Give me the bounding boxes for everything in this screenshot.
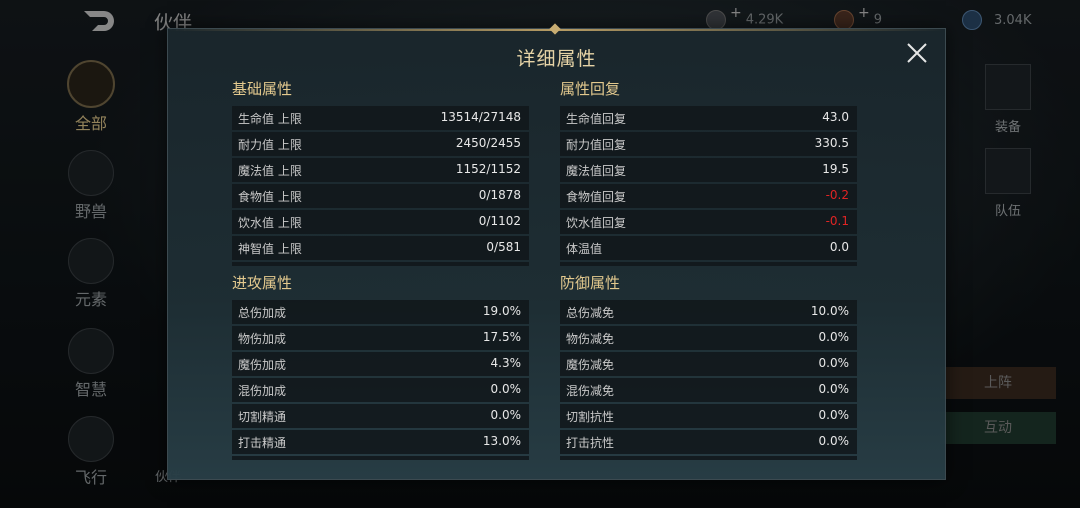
- section-base-attributes: 基础属性 生命值 上限 13514/27148 耐力值 上限 2450/2455 魔…: [232, 78, 529, 266]
- stat-value: 4.3%: [490, 356, 522, 370]
- stat-row: 饮水值 上限 0/1102: [232, 210, 529, 234]
- stat-row: 物伤减免 0.0%: [560, 326, 857, 350]
- stat-label: 生命值 上限: [238, 112, 302, 126]
- stat-value: 0/1102: [478, 214, 521, 228]
- stat-label: 生命值回复: [566, 112, 627, 126]
- stat-value: 19.5: [822, 162, 849, 176]
- stat-value: 10.0%: [810, 304, 849, 318]
- stat-value-negative: -0.1: [825, 214, 849, 228]
- stat-label: 总伤加成: [238, 306, 287, 320]
- detail-attributes-modal: 详细属性 基础属性 生命值 上限 13514/27148 耐力值 上限 2450/2…: [167, 23, 946, 480]
- stat-value: 0.0%: [818, 330, 850, 344]
- stat-row: 总伤加成 19.0%: [232, 300, 529, 324]
- section-defense-attributes: 防御属性 总伤减免 10.0% 物伤减免 0.0% 魔伤减免 0.0% 混伤减免 0.0…: [560, 272, 857, 460]
- stat-label: 切割抗性: [566, 410, 615, 424]
- close-icon[interactable]: [903, 39, 931, 67]
- stat-value: 0.0%: [818, 382, 850, 396]
- section-attack-attributes: 进攻属性 总伤加成 19.0% 物伤加成 17.5% 魔伤加成 4.3% 混伤加成 0.…: [232, 272, 529, 460]
- stat-label: 物伤减免: [566, 332, 615, 346]
- stat-value: 19.0%: [482, 304, 521, 318]
- stat-label: 物伤加成: [238, 332, 287, 346]
- section-title: 防御属性: [560, 274, 621, 292]
- section-regen-attributes: 属性回复 生命值回复 43.0 耐力值回复 330.5 魔法值回复 19.5 食物值回…: [560, 78, 857, 266]
- stat-label: 神智值 上限: [238, 242, 302, 256]
- stat-row: 切割精通 0.0%: [232, 404, 529, 428]
- stat-value: 0.0%: [818, 356, 850, 370]
- stat-value: 0.0%: [490, 382, 522, 396]
- stat-label: 魔法值回复: [566, 164, 627, 178]
- stat-row: 魔法值 上限 1152/1152: [232, 158, 529, 182]
- stat-row: 打击精通 13.0%: [232, 430, 529, 454]
- stat-label: 耐力值 上限: [238, 138, 302, 152]
- section-footer: [560, 262, 857, 266]
- stat-label: 饮水值回复: [566, 216, 627, 230]
- stat-row: 饮水值回复 -0.1: [560, 210, 857, 234]
- stat-row: 魔伤加成 4.3%: [232, 352, 529, 376]
- stat-value: 13514/27148: [440, 110, 521, 124]
- section-title: 基础属性: [232, 80, 293, 98]
- stat-row: 魔法值回复 19.5: [560, 158, 857, 182]
- stat-value: 0.0%: [818, 434, 850, 448]
- stat-row: 神智值 上限 0/581: [232, 236, 529, 260]
- stat-value: 0/581: [486, 240, 521, 254]
- stat-row: 生命值回复 43.0: [560, 106, 857, 130]
- stat-row: 食物值回复 -0.2: [560, 184, 857, 208]
- section-title: 属性回复: [560, 80, 621, 98]
- section-footer: [232, 456, 529, 460]
- stat-value: 17.5%: [482, 330, 521, 344]
- section-title: 进攻属性: [232, 274, 293, 292]
- section-footer: [560, 456, 857, 460]
- stat-row: 食物值 上限 0/1878: [232, 184, 529, 208]
- stat-value-negative: -0.2: [825, 188, 849, 202]
- stat-value: 0/1878: [478, 188, 521, 202]
- stat-label: 切割精通: [238, 410, 287, 424]
- stat-row: 混伤减免 0.0%: [560, 378, 857, 402]
- stat-row: 物伤加成 17.5%: [232, 326, 529, 350]
- stat-label: 打击抗性: [566, 436, 615, 450]
- stat-row: 魔伤减免 0.0%: [560, 352, 857, 376]
- stat-value: 2450/2455: [455, 136, 521, 150]
- stat-label: 食物值 上限: [238, 190, 302, 204]
- stat-row: 耐力值回复 330.5: [560, 132, 857, 156]
- stat-value: 0.0%: [490, 408, 522, 422]
- stat-label: 魔伤减免: [566, 358, 615, 372]
- stat-label: 魔法值 上限: [238, 164, 302, 178]
- stat-label: 总伤减免: [566, 306, 615, 320]
- stat-row: 切割抗性 0.0%: [560, 404, 857, 428]
- modal-title: 详细属性: [516, 48, 597, 70]
- stat-row: 体温值 0.0: [560, 236, 857, 260]
- stat-value: 0.0%: [818, 408, 850, 422]
- stat-label: 饮水值 上限: [238, 216, 302, 230]
- stat-label: 混伤减免: [566, 384, 615, 398]
- stat-label: 体温值: [566, 242, 603, 256]
- stat-row: 耐力值 上限 2450/2455: [232, 132, 529, 156]
- stat-row: 生命值 上限 13514/27148: [232, 106, 529, 130]
- stat-row: 总伤减免 10.0%: [560, 300, 857, 324]
- stat-label: 打击精通: [238, 436, 287, 450]
- stat-row: 混伤加成 0.0%: [232, 378, 529, 402]
- section-footer: [232, 262, 529, 266]
- stat-value: 43.0: [822, 110, 849, 124]
- stat-row: 打击抗性 0.0%: [560, 430, 857, 454]
- stat-value: 1152/1152: [455, 162, 521, 176]
- stat-label: 混伤加成: [238, 384, 287, 398]
- stat-value: 0.0: [829, 240, 849, 254]
- stat-label: 食物值回复: [566, 190, 627, 204]
- stat-label: 魔伤加成: [238, 358, 287, 372]
- stat-label: 耐力值回复: [566, 138, 627, 152]
- stat-value: 13.0%: [482, 434, 521, 448]
- stat-value: 330.5: [814, 136, 849, 150]
